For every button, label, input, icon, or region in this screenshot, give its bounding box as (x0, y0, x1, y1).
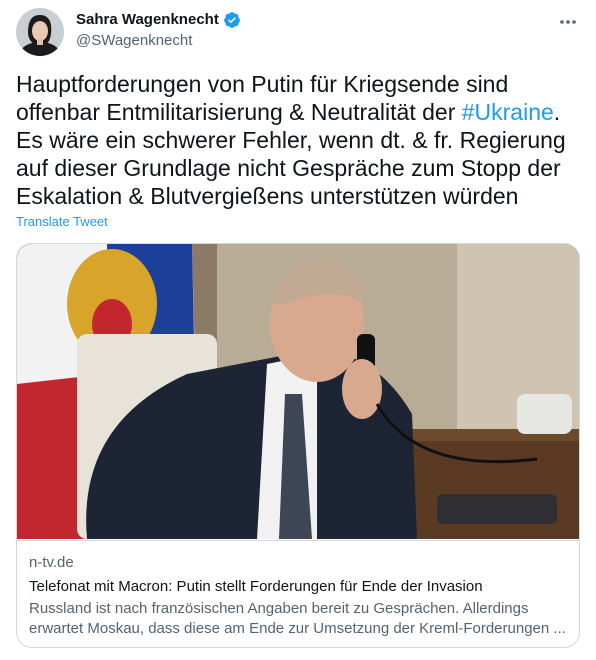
card-description: Russland ist nach französischen Angaben … (29, 600, 566, 637)
tweet-text-before: Hauptforderungen von Putin für Kriegsend… (16, 71, 509, 125)
avatar[interactable] (16, 8, 64, 56)
display-name[interactable]: Sahra Wagenknecht (76, 10, 219, 30)
translate-tweet-link[interactable]: Translate Tweet (16, 214, 108, 230)
tweet: Sahra Wagenknecht @SWagenknecht Hauptfor… (0, 0, 596, 660)
card-image[interactable] (17, 244, 579, 539)
tweet-text: Hauptforderungen von Putin für Kriegsend… (16, 70, 582, 210)
handle[interactable]: @SWagenknecht (76, 31, 192, 51)
link-card[interactable]: n-tv.de Telefonat mit Macron: Putin stel… (16, 243, 580, 648)
card-domain: n-tv.de (29, 554, 74, 571)
verified-badge-icon (223, 11, 241, 29)
more-options-icon[interactable] (554, 8, 582, 36)
hashtag-link[interactable]: #Ukraine (462, 99, 554, 125)
card-title[interactable]: Telefonat mit Macron: Putin stellt Forde… (29, 577, 567, 597)
